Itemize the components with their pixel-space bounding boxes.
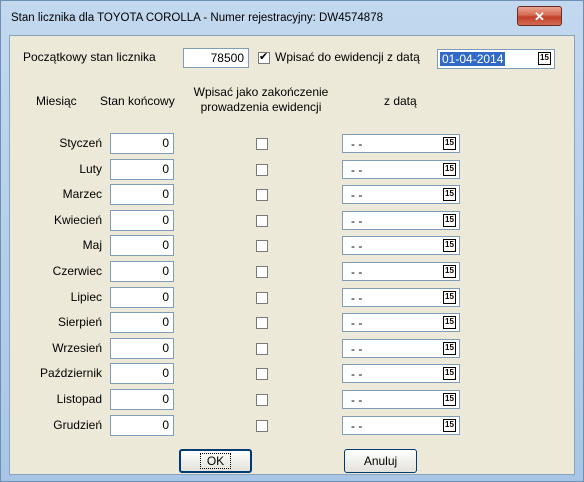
- month-end-value[interactable]: 0: [110, 389, 174, 410]
- calendar-icon[interactable]: 15: [443, 341, 456, 355]
- month-date-picker[interactable]: - - 15: [342, 338, 460, 358]
- ok-label: OK: [199, 453, 232, 469]
- calendar-icon[interactable]: 15: [443, 367, 456, 381]
- calendar-icon[interactable]: 15: [443, 290, 456, 304]
- month-finish-checkbox[interactable]: [256, 163, 268, 176]
- month-finish-checkbox[interactable]: [256, 189, 268, 202]
- month-finish-checkbox[interactable]: [256, 368, 268, 381]
- calendar-icon[interactable]: 15: [443, 393, 456, 406]
- month-date-picker[interactable]: - - 15: [342, 134, 460, 153]
- dialog-window: Stan licznika dla TOYOTA COROLLA - Numer…: [0, 0, 584, 482]
- window-title: Stan licznika dla TOYOTA COROLLA - Numer…: [11, 12, 383, 24]
- header-end-state: Stan końcowy: [100, 94, 175, 108]
- month-date-picker[interactable]: - - 15: [342, 364, 460, 384]
- month-name: Październik: [39, 366, 102, 381]
- month-finish-checkbox[interactable]: [256, 291, 268, 304]
- month-finish-checkbox[interactable]: [256, 214, 268, 227]
- title-bar[interactable]: Stan licznika dla TOYOTA COROLLA - Numer…: [1, 1, 583, 35]
- month-finish-checkbox[interactable]: [256, 394, 268, 406]
- month-finish-checkbox[interactable]: [256, 419, 268, 432]
- month-date-picker[interactable]: - - 15: [342, 262, 460, 281]
- month-end-value[interactable]: 0: [110, 133, 174, 154]
- start-label: Początkowy stan licznika: [23, 50, 156, 64]
- month-finish-checkbox[interactable]: [256, 317, 268, 330]
- register-date-value: 01-04-2014: [440, 52, 506, 66]
- month-end-value[interactable]: 0: [110, 312, 174, 334]
- month-date-value: - -: [351, 367, 363, 382]
- month-name: Kwiecień: [53, 212, 102, 227]
- calendar-icon[interactable]: 15: [443, 265, 456, 278]
- calendar-icon[interactable]: 15: [443, 188, 456, 202]
- month-end-value[interactable]: 0: [110, 337, 174, 359]
- month-name: Wrzesień: [52, 340, 102, 355]
- month-end-value[interactable]: 0: [110, 286, 174, 308]
- month-date-value: - -: [351, 213, 363, 228]
- month-name: Listopad: [56, 392, 102, 406]
- month-name: Lipiec: [70, 289, 102, 304]
- month-finish-checkbox[interactable]: [256, 342, 268, 355]
- month-date-picker[interactable]: - - 15: [342, 210, 460, 230]
- calendar-icon[interactable]: 15: [443, 239, 456, 253]
- month-end-value[interactable]: 0: [110, 209, 174, 231]
- dialog-body: Początkowy stan licznika 78500 Wpisać do…: [9, 35, 575, 475]
- month-date-value: - -: [351, 162, 363, 177]
- close-button[interactable]: ✕: [517, 6, 562, 26]
- month-date-picker[interactable]: - - 15: [342, 415, 460, 435]
- month-name: Sierpień: [57, 315, 102, 330]
- month-end-value[interactable]: 0: [110, 235, 174, 257]
- month-date-picker[interactable]: - - 15: [342, 236, 460, 256]
- month-finish-checkbox[interactable]: [256, 266, 268, 278]
- cancel-button[interactable]: Anuluj: [344, 449, 417, 473]
- register-label: Wpisać do ewidencji z datą: [275, 50, 420, 64]
- month-date-value: - -: [351, 418, 363, 433]
- month-name: Maj: [82, 238, 102, 253]
- ok-button[interactable]: OK: [179, 449, 252, 473]
- month-end-value[interactable]: 0: [110, 363, 174, 385]
- month-end-value[interactable]: 0: [110, 414, 174, 436]
- month-date-value: - -: [351, 393, 363, 407]
- month-name: Styczeń: [59, 136, 102, 150]
- calendar-icon[interactable]: 15: [443, 162, 456, 176]
- calendar-icon[interactable]: 15: [538, 52, 551, 65]
- header-finish-line1: Wpisać jako zakończenie: [193, 85, 329, 99]
- month-name: Marzec: [62, 187, 102, 202]
- month-date-value: - -: [351, 316, 363, 331]
- month-date-value: - -: [351, 239, 363, 254]
- close-icon: ✕: [534, 9, 545, 24]
- month-finish-checkbox[interactable]: [256, 240, 268, 253]
- calendar-icon[interactable]: 15: [443, 137, 456, 150]
- month-name: Luty: [79, 161, 102, 176]
- calendar-icon[interactable]: 15: [443, 418, 456, 432]
- month-finish-checkbox[interactable]: [256, 138, 268, 150]
- month-date-value: - -: [351, 290, 363, 305]
- month-date-picker[interactable]: - - 15: [342, 185, 460, 205]
- calendar-icon[interactable]: 15: [443, 213, 456, 227]
- month-date-value: - -: [351, 265, 363, 279]
- month-date-picker[interactable]: - - 15: [342, 313, 460, 333]
- month-date-value: - -: [351, 341, 363, 356]
- month-name: Grudzień: [53, 417, 102, 432]
- calendar-icon[interactable]: 15: [443, 316, 456, 330]
- month-end-value[interactable]: 0: [110, 184, 174, 206]
- month-date-value: - -: [351, 188, 363, 203]
- header-month: Miesiąc: [36, 94, 77, 108]
- register-checkbox[interactable]: [258, 50, 270, 64]
- header-with-date: z datą: [384, 94, 417, 108]
- header-finish-line2: prowadzenia ewidencji: [200, 100, 322, 114]
- start-value-field[interactable]: 78500: [183, 48, 249, 68]
- register-date-picker[interactable]: 01-04-2014 15: [437, 49, 555, 69]
- month-date-picker[interactable]: - - 15: [342, 390, 460, 409]
- month-date-picker[interactable]: - - 15: [342, 287, 460, 307]
- month-end-value[interactable]: 0: [110, 158, 174, 180]
- month-date-picker[interactable]: - - 15: [342, 159, 460, 179]
- month-name: Czerwiec: [52, 264, 102, 278]
- month-date-value: - -: [351, 137, 363, 151]
- month-end-value[interactable]: 0: [110, 261, 174, 282]
